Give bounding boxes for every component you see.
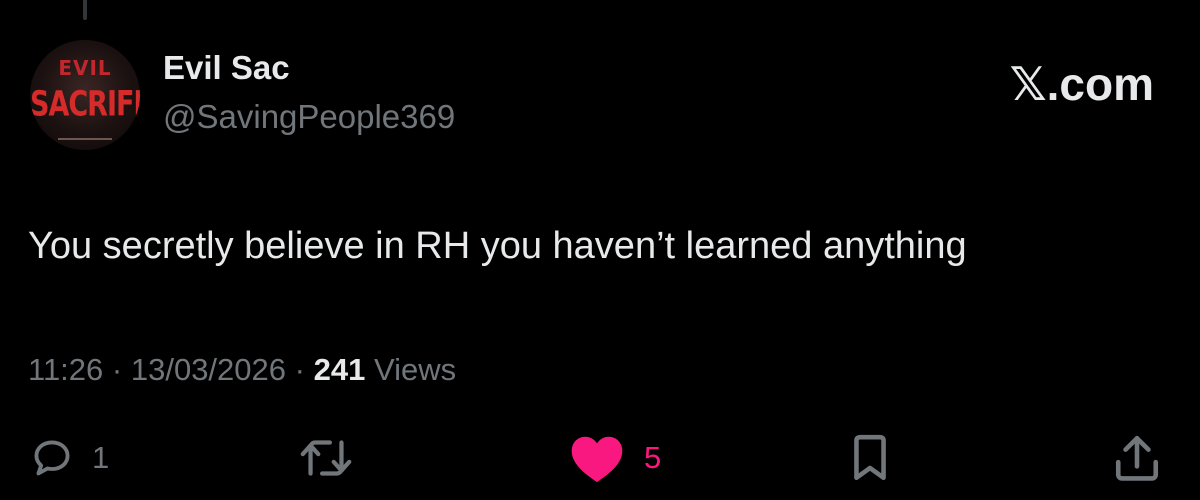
reply-button[interactable]: 1 [30,432,109,484]
tweet-meta: 11:26 · 13/03/2026 · 241 Views [28,350,456,390]
avatar[interactable]: EVIL SACRIFICE [30,40,140,150]
share-icon [1115,435,1159,481]
like-button[interactable]: 5 [568,432,661,484]
tweet-text: You secretly believe in RH you haven’t l… [28,225,967,267]
reply-count: 1 [92,440,110,475]
views-count: 241 [313,352,366,387]
repost-button[interactable] [297,432,373,484]
brand-watermark: 𝕏.com [1009,58,1154,110]
tweet-date[interactable]: 13/03/2026 [131,352,286,387]
bookmark-button[interactable] [848,432,892,484]
avatar-art-divider [58,138,112,140]
author-display-name[interactable]: Evil Sac [163,48,290,88]
meta-separator: · [111,352,123,387]
heart-icon [571,436,623,483]
like-count: 5 [644,440,662,475]
meta-separator: · [294,352,305,387]
repost-icon [300,440,352,476]
action-bar: 1 5 [0,432,1200,490]
avatar-art-main-text: SACRIFICE [30,84,140,125]
author-handle[interactable]: @SavingPeople369 [163,97,455,137]
views-label: Views [373,352,457,387]
bookmark-icon [854,434,886,481]
avatar-art-top-text: EVIL [58,56,112,80]
share-button[interactable] [1114,432,1160,484]
reply-icon [34,440,70,476]
tweet-time[interactable]: 11:26 [28,352,103,387]
thread-connector-line [83,0,87,20]
